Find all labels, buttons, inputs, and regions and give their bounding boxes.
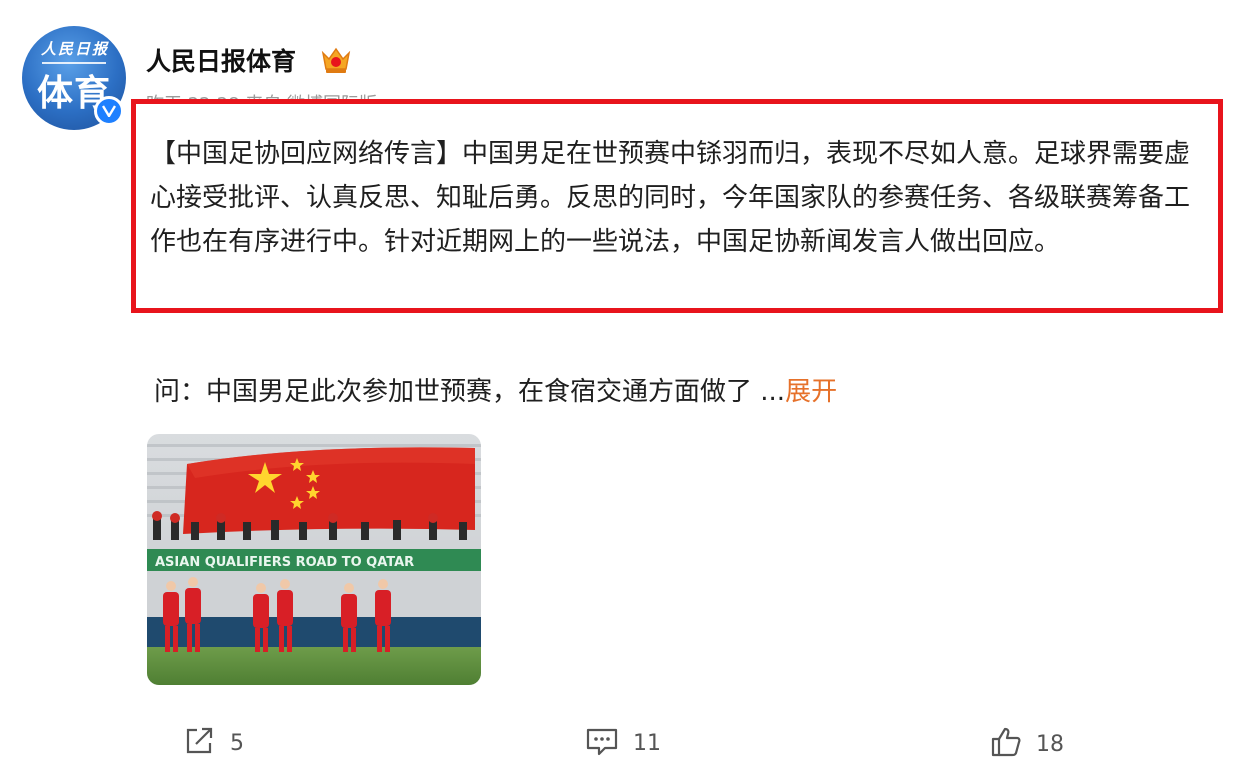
repost-icon bbox=[184, 726, 216, 760]
question-text: 问：中国男足此次参加世预赛，在食宿交通方面做了 ... bbox=[154, 377, 786, 407]
post-image[interactable]: ASIAN QUALIFIERS ROAD TO QATAR bbox=[147, 434, 481, 685]
verified-badge-icon bbox=[94, 96, 124, 126]
comment-button[interactable]: 11 bbox=[585, 726, 661, 760]
comment-count: 11 bbox=[633, 730, 661, 756]
repost-button[interactable]: 5 bbox=[184, 726, 244, 760]
post-headline: 【中国足协回应网络传言】中国男足在世预赛中铩羽而归，表现不尽如人意。足球界需要虚… bbox=[150, 139, 1191, 257]
author-name[interactable]: 人民日报体育 bbox=[146, 42, 296, 78]
repost-count: 5 bbox=[230, 730, 244, 756]
crown-vip-icon bbox=[320, 45, 352, 75]
thumbs-up-icon bbox=[990, 726, 1022, 762]
stadium-banner-text: ASIAN QUALIFIERS ROAD TO QATAR bbox=[155, 555, 414, 570]
avatar-logo-top: 人民日报 bbox=[40, 40, 109, 58]
expand-link[interactable]: 展开 bbox=[785, 377, 837, 407]
like-count: 18 bbox=[1036, 731, 1064, 757]
like-button[interactable]: 18 bbox=[990, 726, 1064, 762]
post-question: 问：中国男足此次参加世预赛，在食宿交通方面做了 ...展开 bbox=[154, 371, 837, 408]
comment-icon bbox=[585, 726, 619, 760]
